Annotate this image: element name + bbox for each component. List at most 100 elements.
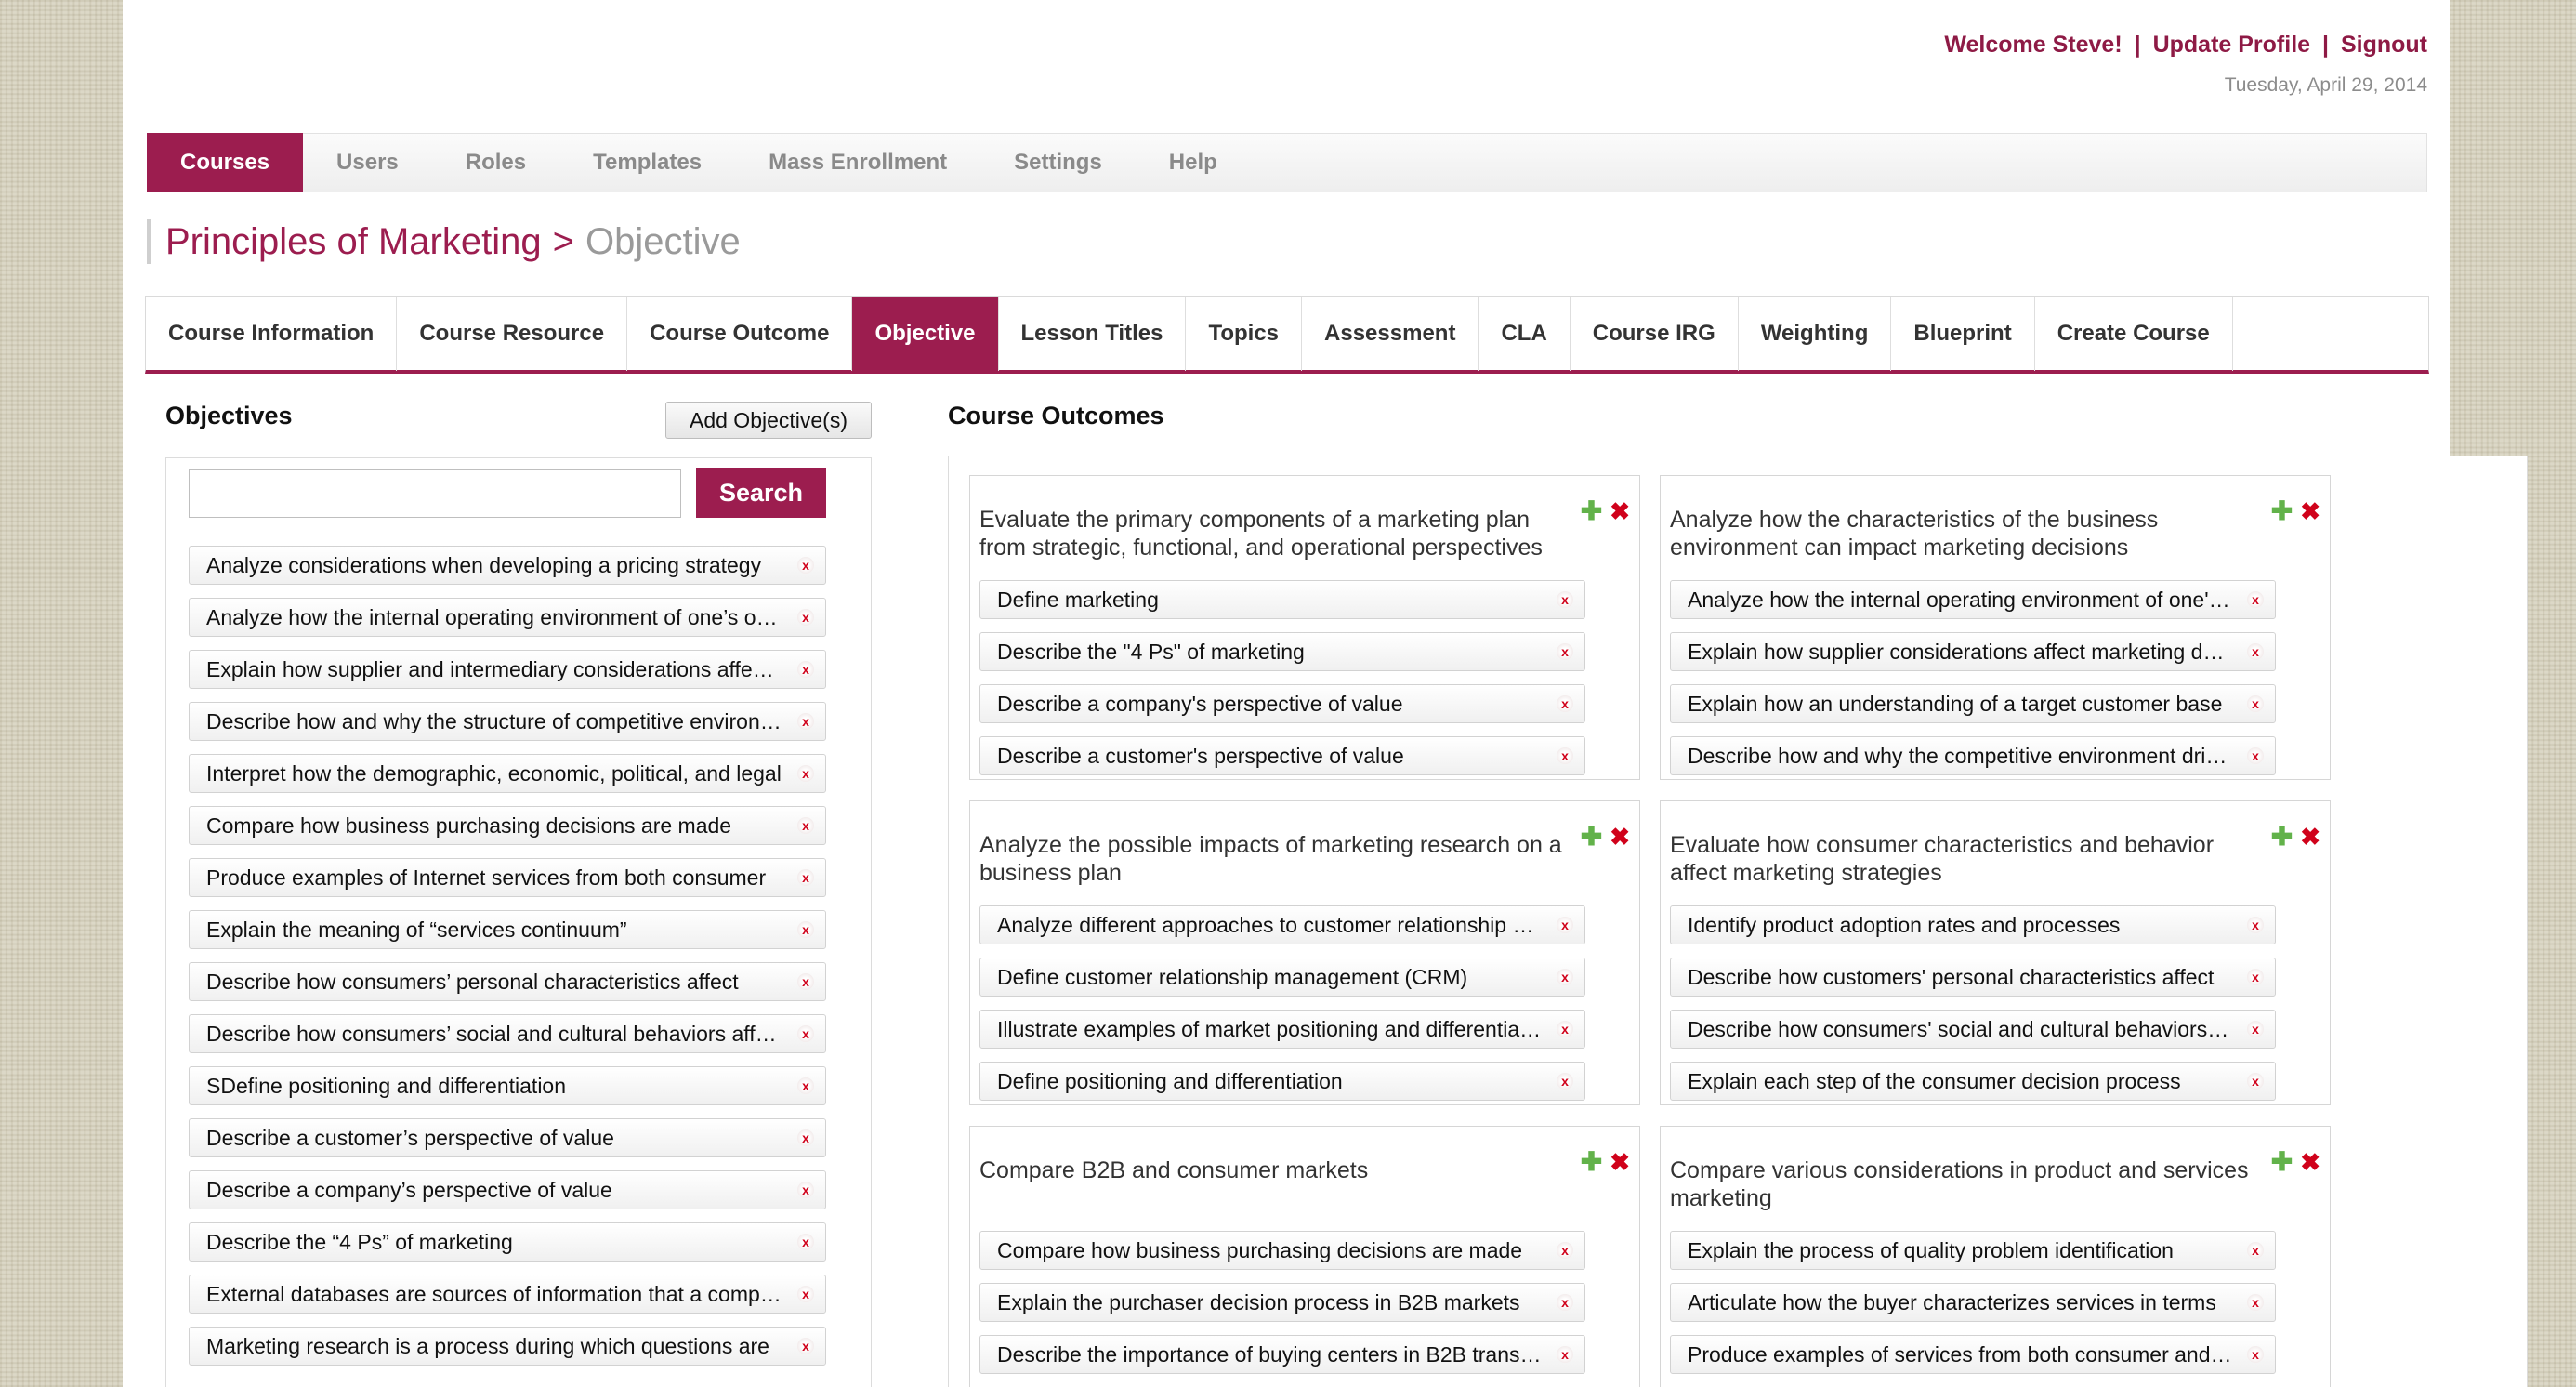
- remove-icon[interactable]: x: [1557, 1242, 1573, 1259]
- close-icon[interactable]: ✖: [1610, 499, 1630, 523]
- list-item[interactable]: SDefine positioning and differentiation x: [189, 1066, 826, 1105]
- list-item[interactable]: Explain how supplier and intermediary co…: [189, 650, 826, 689]
- remove-icon[interactable]: x: [797, 1234, 814, 1250]
- list-item[interactable]: Compare how business purchasing decision…: [979, 1231, 1585, 1270]
- remove-icon[interactable]: x: [1557, 1073, 1573, 1090]
- list-item[interactable]: Analyze how the internal operating envir…: [1670, 580, 2276, 619]
- list-item[interactable]: Describe a customer’s perspective of val…: [189, 1118, 826, 1157]
- list-item[interactable]: Analyze different approaches to customer…: [979, 905, 1585, 944]
- search-button[interactable]: Search: [696, 468, 826, 518]
- remove-icon[interactable]: x: [797, 921, 814, 938]
- remove-icon[interactable]: x: [1557, 1294, 1573, 1311]
- close-icon[interactable]: ✖: [2300, 825, 2320, 849]
- remove-icon[interactable]: x: [2247, 969, 2264, 985]
- nav-item-templates[interactable]: Templates: [559, 133, 735, 192]
- close-icon[interactable]: ✖: [2300, 1150, 2320, 1174]
- add-icon[interactable]: ✚: [1581, 498, 1602, 524]
- list-item[interactable]: Define marketing x: [979, 580, 1585, 619]
- list-item[interactable]: Describe a company's perspective of valu…: [979, 684, 1585, 723]
- remove-icon[interactable]: x: [2247, 1294, 2264, 1311]
- remove-icon[interactable]: x: [2247, 1021, 2264, 1037]
- remove-icon[interactable]: x: [797, 1077, 814, 1094]
- list-item[interactable]: Explain the purchaser decision process i…: [979, 1283, 1585, 1322]
- tab-course-irg[interactable]: Course IRG: [1571, 297, 1739, 371]
- remove-icon[interactable]: x: [1557, 643, 1573, 660]
- tab-create-course[interactable]: Create Course: [2035, 297, 2233, 371]
- add-icon[interactable]: ✚: [2271, 1149, 2293, 1175]
- tab-assessment[interactable]: Assessment: [1302, 297, 1479, 371]
- list-item[interactable]: Illustrate examples of market positionin…: [979, 1010, 1585, 1049]
- list-item[interactable]: Produce examples of services from both c…: [1670, 1335, 2276, 1374]
- remove-icon[interactable]: x: [1557, 695, 1573, 712]
- signout-link[interactable]: Signout: [2341, 32, 2427, 58]
- list-item[interactable]: Explain each step of the consumer decisi…: [1670, 1062, 2276, 1101]
- tab-lesson-titles[interactable]: Lesson Titles: [999, 297, 1187, 371]
- remove-icon[interactable]: x: [2247, 1073, 2264, 1090]
- remove-icon[interactable]: x: [797, 609, 814, 626]
- list-item[interactable]: Describe how consumers' social and cultu…: [1670, 1010, 2276, 1049]
- list-item[interactable]: Explain how supplier considerations affe…: [1670, 632, 2276, 671]
- remove-icon[interactable]: x: [797, 661, 814, 678]
- list-item[interactable]: Describe the “4 Ps” of marketing x: [189, 1222, 826, 1262]
- list-item[interactable]: Describe how customers' personal charact…: [1670, 958, 2276, 997]
- list-item[interactable]: Produce examples of Internet services fr…: [189, 858, 826, 897]
- list-item[interactable]: Compare how business purchasing decision…: [189, 806, 826, 845]
- remove-icon[interactable]: x: [2247, 1346, 2264, 1363]
- remove-icon[interactable]: x: [1557, 969, 1573, 985]
- list-item[interactable]: Describe how and why the structure of co…: [189, 702, 826, 741]
- list-item[interactable]: Describe the importance of buying center…: [979, 1335, 1585, 1374]
- remove-icon[interactable]: x: [797, 765, 814, 782]
- list-item[interactable]: Describe how consumers’ personal charact…: [189, 962, 826, 1001]
- breadcrumb-course[interactable]: Principles of Marketing: [165, 221, 542, 263]
- nav-item-mass-enrollment[interactable]: Mass Enrollment: [735, 133, 980, 192]
- list-item[interactable]: Analyze considerations when developing a…: [189, 546, 826, 585]
- list-item[interactable]: Define positioning and differentiation x: [979, 1062, 1585, 1101]
- remove-icon[interactable]: x: [797, 1182, 814, 1198]
- search-input[interactable]: [189, 469, 681, 518]
- list-item[interactable]: Describe a company’s perspective of valu…: [189, 1170, 826, 1209]
- remove-icon[interactable]: x: [797, 817, 814, 834]
- remove-icon[interactable]: x: [797, 1286, 814, 1302]
- remove-icon[interactable]: x: [1557, 747, 1573, 764]
- remove-icon[interactable]: x: [797, 1129, 814, 1146]
- nav-item-users[interactable]: Users: [303, 133, 432, 192]
- nav-item-courses[interactable]: Courses: [147, 133, 304, 192]
- nav-item-settings[interactable]: Settings: [980, 133, 1136, 192]
- remove-icon[interactable]: x: [1557, 591, 1573, 608]
- update-profile-link[interactable]: Update Profile: [2153, 32, 2310, 58]
- remove-icon[interactable]: x: [2247, 747, 2264, 764]
- remove-icon[interactable]: x: [797, 557, 814, 574]
- list-item[interactable]: Explain the process of quality problem i…: [1670, 1231, 2276, 1270]
- remove-icon[interactable]: x: [2247, 1242, 2264, 1259]
- list-item[interactable]: Define customer relationship management …: [979, 958, 1585, 997]
- list-item[interactable]: Explain how an understanding of a target…: [1670, 684, 2276, 723]
- list-item[interactable]: Describe how consumers’ social and cultu…: [189, 1014, 826, 1053]
- list-item[interactable]: Describe how and why the competitive env…: [1670, 736, 2276, 775]
- add-icon[interactable]: ✚: [2271, 498, 2293, 524]
- remove-icon[interactable]: x: [797, 1338, 814, 1354]
- close-icon[interactable]: ✖: [1610, 825, 1630, 849]
- list-item[interactable]: Interpret how the demographic, economic,…: [189, 754, 826, 793]
- add-icon[interactable]: ✚: [1581, 824, 1602, 850]
- close-icon[interactable]: ✖: [1610, 1150, 1630, 1174]
- remove-icon[interactable]: x: [797, 869, 814, 886]
- close-icon[interactable]: ✖: [2300, 499, 2320, 523]
- remove-icon[interactable]: x: [797, 1025, 814, 1042]
- add-icon[interactable]: ✚: [2271, 824, 2293, 850]
- remove-icon[interactable]: x: [2247, 695, 2264, 712]
- remove-icon[interactable]: x: [1557, 1346, 1573, 1363]
- tab-course-resource[interactable]: Course Resource: [397, 297, 628, 371]
- add-objectives-button[interactable]: Add Objective(s): [665, 402, 872, 439]
- tab-weighting[interactable]: Weighting: [1739, 297, 1892, 371]
- list-item[interactable]: Describe a customer's perspective of val…: [979, 736, 1585, 775]
- remove-icon[interactable]: x: [797, 973, 814, 990]
- nav-item-roles[interactable]: Roles: [432, 133, 559, 192]
- remove-icon[interactable]: x: [2247, 643, 2264, 660]
- remove-icon[interactable]: x: [1557, 1021, 1573, 1037]
- nav-item-help[interactable]: Help: [1136, 133, 1251, 192]
- tab-course-information[interactable]: Course Information: [146, 297, 398, 371]
- list-item[interactable]: Articulate how the buyer characterizes s…: [1670, 1283, 2276, 1322]
- remove-icon[interactable]: x: [2247, 591, 2264, 608]
- remove-icon[interactable]: x: [1557, 917, 1573, 933]
- remove-icon[interactable]: x: [2247, 917, 2264, 933]
